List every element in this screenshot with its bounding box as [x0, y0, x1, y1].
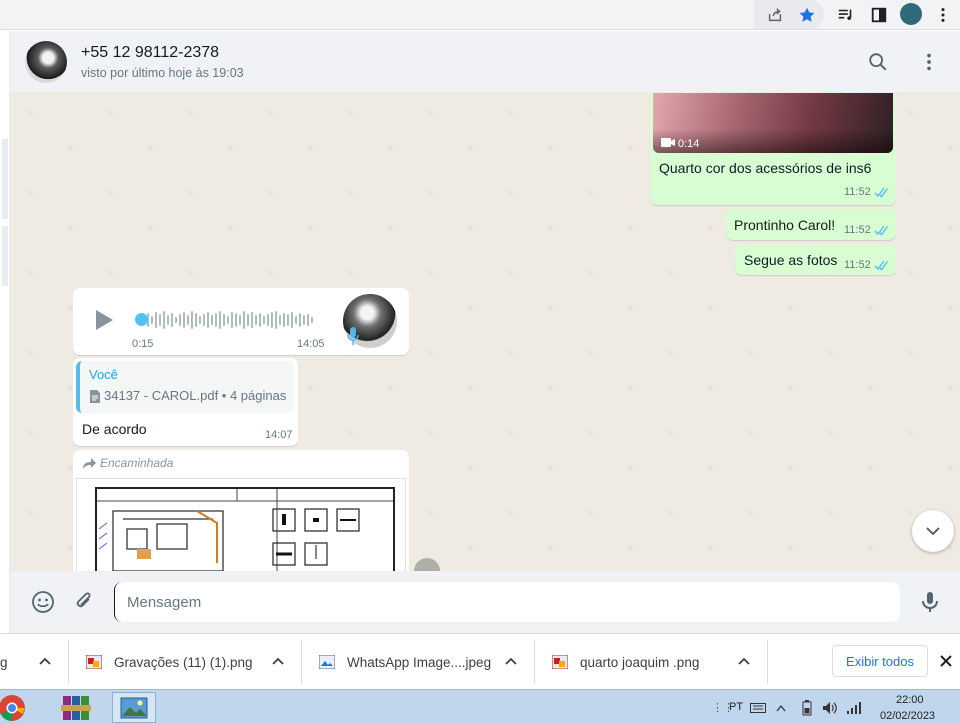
- attach-icon[interactable]: [69, 587, 99, 617]
- message-list[interactable]: 0:14 Quarto cor dos acessórios de ins6 1…: [10, 93, 960, 571]
- chevron-up-icon[interactable]: [504, 654, 518, 668]
- message-time: 14:05: [297, 338, 325, 350]
- floor-plan-sketch: [97, 489, 393, 571]
- message-time: 11:52: [844, 259, 871, 271]
- compose-bar: [10, 571, 960, 633]
- battery-icon[interactable]: [802, 700, 812, 716]
- forwarded-label: Encaminhada: [83, 456, 173, 470]
- microphone-icon[interactable]: [915, 587, 945, 617]
- whatsapp-app: +55 12 98112-2378 visto por último hoje …: [0, 31, 960, 633]
- message-time: 14:07: [265, 429, 293, 441]
- video-caption: Quarto cor dos acessórios de ins6: [659, 160, 872, 176]
- read-ticks-icon: [874, 225, 889, 236]
- chevron-up-icon[interactable]: [271, 654, 285, 668]
- winrar-taskbar-icon[interactable]: [54, 692, 98, 723]
- forwarded-image-message[interactable]: Encaminhada: [73, 450, 409, 571]
- video-camera-icon: [661, 138, 675, 147]
- volume-icon[interactable]: [822, 701, 838, 715]
- bookmark-star-icon[interactable]: [796, 4, 818, 26]
- chevron-up-icon[interactable]: [737, 654, 751, 668]
- quote-document-name: 34137 - CAROL.pdf • 4 páginas: [104, 388, 287, 403]
- outgoing-message[interactable]: Segue as fotos 11:52: [735, 244, 896, 275]
- chevron-down-icon: [926, 527, 940, 536]
- read-ticks-icon: [874, 187, 889, 198]
- message-text: De acordo: [82, 421, 147, 437]
- input-language[interactable]: PT: [729, 701, 743, 713]
- download-filename: quarto joaquim .png: [580, 654, 700, 670]
- message-input[interactable]: [114, 582, 900, 622]
- side-panel-icon[interactable]: [868, 4, 890, 26]
- message-time: 11:52: [844, 224, 871, 236]
- audio-elapsed: 0:15: [132, 338, 154, 350]
- chat-menu-icon[interactable]: [916, 49, 942, 75]
- profile-avatar[interactable]: [900, 3, 922, 25]
- document-icon: [90, 390, 100, 403]
- download-filename: Gravações (11) (1).png: [114, 654, 253, 670]
- contact-avatar[interactable]: [25, 41, 67, 83]
- audio-message[interactable]: 0:15 14:05: [73, 288, 409, 355]
- scroll-to-bottom-button[interactable]: [912, 510, 954, 552]
- download-item[interactable]: WhatsApp Image....jpeg: [319, 634, 491, 690]
- download-item[interactable]: quarto joaquim .png: [552, 634, 699, 690]
- media-queue-icon[interactable]: [835, 4, 857, 26]
- taskbar: ⋮⋮ PT 22:00 02/02/2023: [0, 689, 960, 724]
- image-file-icon: [319, 655, 335, 669]
- close-icon[interactable]: [938, 653, 954, 669]
- keyboard-icon[interactable]: [750, 703, 766, 713]
- video-message[interactable]: 0:14 Quarto cor dos acessórios de ins6 1…: [650, 93, 896, 205]
- message-text: Prontinho Carol!: [734, 217, 836, 233]
- quoted-message[interactable]: Você 34137 - CAROL.pdf • 4 páginas: [76, 361, 294, 413]
- show-all-downloads-button[interactable]: Exibir todos: [832, 645, 928, 677]
- clock-time[interactable]: 22:00: [896, 694, 924, 706]
- contact-last-seen: visto por último hoje às 19:03: [81, 66, 244, 80]
- download-filename: WhatsApp Image....jpeg: [347, 654, 492, 670]
- quote-author: Você: [89, 367, 118, 382]
- forwarded-text: Encaminhada: [100, 456, 174, 470]
- share-icon[interactable]: [764, 4, 786, 26]
- clock-date[interactable]: 02/02/2023: [880, 710, 935, 722]
- image-file-icon: [86, 655, 102, 669]
- floor-plan-image[interactable]: [76, 478, 406, 571]
- browser-toolbar: [0, 0, 960, 30]
- message-time: 11:52: [844, 186, 871, 198]
- download-shelf: g Gravações (11) (1).png WhatsApp Image.…: [0, 633, 960, 689]
- download-item[interactable]: g: [0, 634, 8, 690]
- chevron-up-icon[interactable]: [38, 654, 52, 668]
- audio-waveform[interactable]: [139, 310, 319, 330]
- video-duration: 0:14: [678, 138, 700, 150]
- image-file-icon: [552, 655, 568, 669]
- audio-progress-handle[interactable]: [135, 313, 148, 326]
- video-thumbnail[interactable]: 0:14: [653, 93, 893, 153]
- chat-list-edge: [0, 31, 10, 633]
- floor-plan-drawing: [95, 487, 395, 571]
- reply-message[interactable]: Você 34137 - CAROL.pdf • 4 páginas De ac…: [73, 358, 298, 446]
- read-ticks-icon: [874, 260, 889, 271]
- microphone-icon: [347, 327, 359, 345]
- scroll-mark: [2, 226, 8, 286]
- outgoing-message[interactable]: Prontinho Carol! 11:52: [726, 209, 896, 240]
- forward-icon: [83, 457, 96, 469]
- scroll-mark: [2, 139, 8, 219]
- contact-name[interactable]: +55 12 98112-2378: [81, 44, 219, 62]
- photos-taskbar-icon[interactable]: [112, 692, 156, 723]
- play-icon[interactable]: [93, 308, 115, 332]
- browser-menu-icon[interactable]: [932, 4, 954, 26]
- emoji-icon[interactable]: [28, 587, 58, 617]
- chrome-taskbar-icon[interactable]: [0, 692, 34, 723]
- download-item[interactable]: Gravações (11) (1).png: [86, 634, 253, 690]
- download-filename: g: [0, 654, 8, 670]
- chat-header[interactable]: +55 12 98112-2378 visto por último hoje …: [10, 31, 960, 93]
- network-icon[interactable]: [846, 701, 862, 715]
- message-text: Segue as fotos: [744, 252, 838, 268]
- search-icon[interactable]: [865, 49, 891, 75]
- tray-chevron-up-icon[interactable]: [776, 704, 786, 712]
